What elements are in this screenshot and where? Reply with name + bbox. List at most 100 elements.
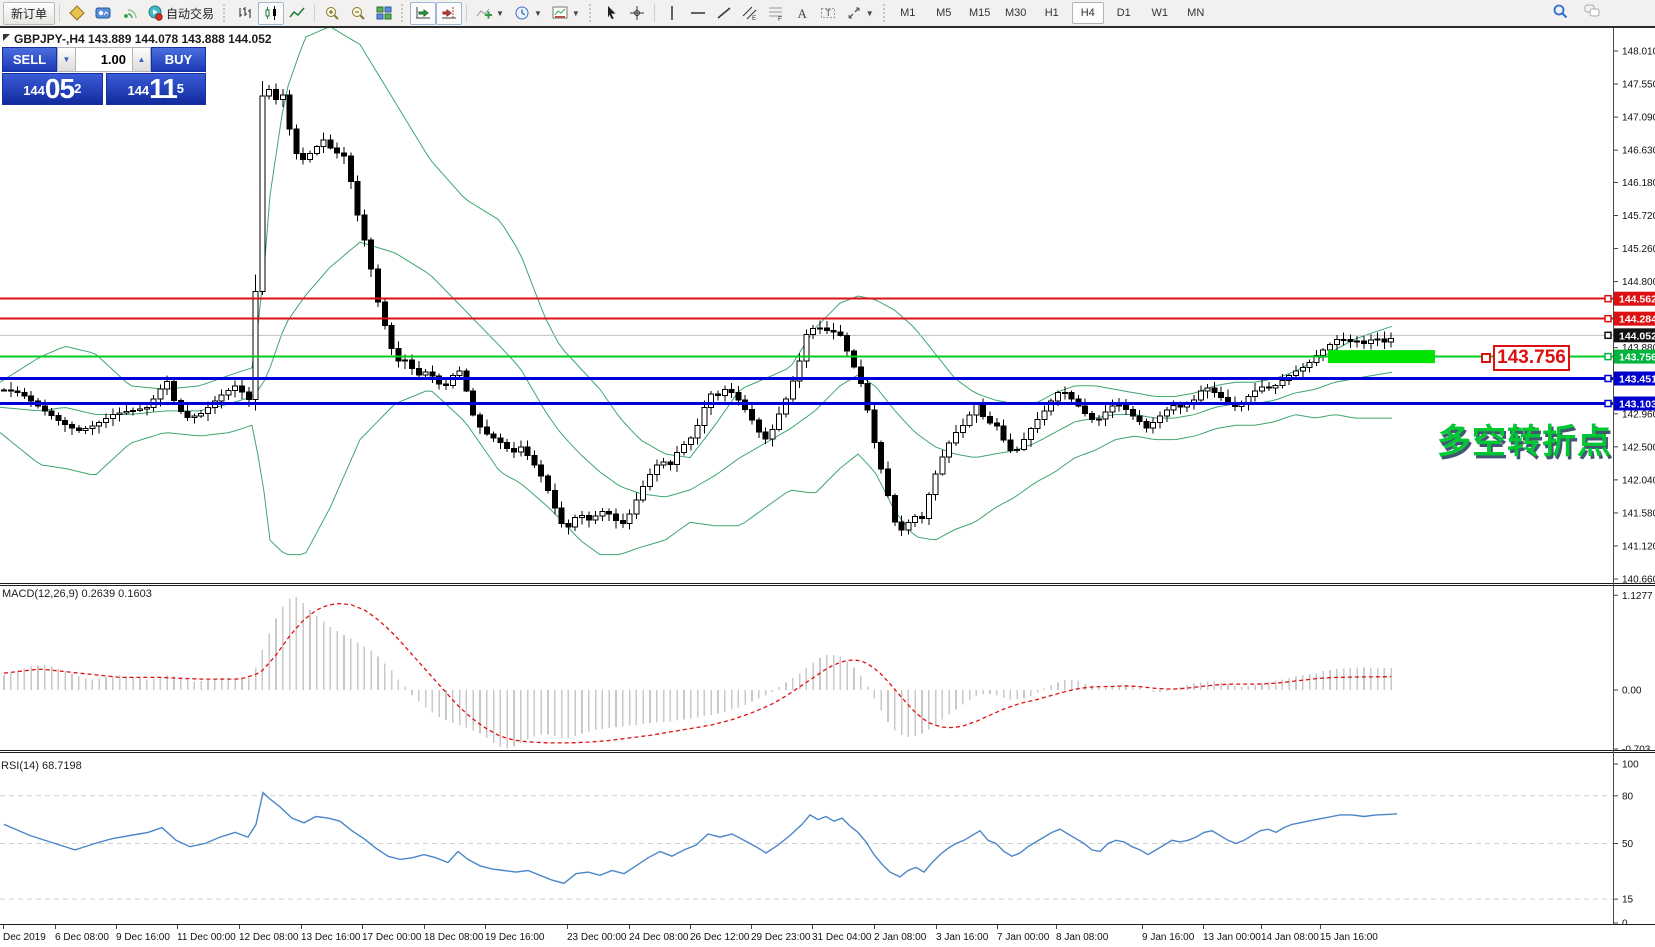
fibonacci-button[interactable]: F: [763, 2, 789, 25]
timeframe-D1[interactable]: D1: [1108, 2, 1140, 24]
volume-input[interactable]: [76, 48, 132, 71]
rsi-line[interactable]: [4, 793, 1397, 884]
time-tick: [239, 925, 240, 929]
vertical-line-button[interactable]: [659, 2, 685, 25]
chart-line-button[interactable]: [284, 2, 310, 25]
time-label: 11 Dec 00:00: [177, 932, 236, 943]
macd-signal-line[interactable]: [4, 604, 1391, 743]
text-tool-button[interactable]: A: [789, 2, 815, 25]
timeframe-bar: M1M5M15M30H1H4D1W1MN: [892, 2, 1212, 24]
timeframe-MN[interactable]: MN: [1180, 2, 1212, 24]
time-tick: [567, 925, 568, 929]
timeframe-M15[interactable]: M15: [964, 2, 996, 24]
new-chart-icon: [69, 5, 85, 21]
time-label: 9 Dec 16:00: [116, 932, 170, 943]
signals-button[interactable]: [116, 2, 142, 25]
toolbar-grip: [883, 4, 888, 22]
macd-pane[interactable]: 1.12770.00-0.703: [0, 586, 1655, 750]
arrows-button[interactable]: ▼: [841, 2, 879, 25]
chart-title: GBPJPY-,H4 143.889 144.078 143.888 144.0…: [14, 32, 272, 46]
autotrading-button[interactable]: 自动交易: [142, 2, 219, 25]
time-tick: [485, 925, 486, 929]
buy-price[interactable]: 144115: [106, 73, 207, 105]
search-icon[interactable]: [1552, 3, 1568, 19]
price-tick: 141.120: [1622, 541, 1655, 552]
time-tick: [1320, 925, 1321, 929]
horizontal-line-icon: [690, 5, 706, 21]
timeframe-H1[interactable]: H1: [1036, 2, 1068, 24]
trendline-button[interactable]: [711, 2, 737, 25]
chat-icon[interactable]: [1584, 3, 1600, 19]
time-tick: [812, 925, 813, 929]
price-label-marker: [1605, 401, 1611, 407]
time-tick: [874, 925, 875, 929]
timeframe-M30[interactable]: M30: [1000, 2, 1032, 24]
auto-scroll-button[interactable]: [410, 2, 436, 25]
toolbar-grip: [401, 4, 406, 22]
price-box-annotation[interactable]: 143.756: [1493, 345, 1570, 371]
tile-windows-button[interactable]: [371, 2, 397, 25]
time-label: 15 Jan 16:00: [1320, 932, 1378, 943]
time-tick: [116, 925, 117, 929]
main-chart-pane[interactable]: 148.010147.550147.090146.630146.180145.7…: [0, 28, 1655, 583]
green-zone[interactable]: [1328, 350, 1435, 363]
time-tick: [55, 925, 56, 929]
new-chart-button[interactable]: [64, 2, 90, 25]
rsi-pane[interactable]: 1008050150: [0, 753, 1655, 924]
price-tick: 145.260: [1622, 244, 1655, 255]
cursor-button[interactable]: [598, 2, 624, 25]
horizontal-line-button[interactable]: [685, 2, 711, 25]
time-label: 13 Dec 16:00: [301, 932, 361, 943]
indicators-button[interactable]: ▼: [471, 2, 509, 25]
sell-button[interactable]: SELL: [2, 47, 57, 72]
timeframe-M5[interactable]: M5: [928, 2, 960, 24]
price-label-marker: [1605, 296, 1611, 302]
time-label: 31 Dec 04:00: [812, 932, 872, 943]
timeframe-H4[interactable]: H4: [1072, 2, 1104, 24]
chart-bars-button[interactable]: [232, 2, 258, 25]
crosshair-button[interactable]: [624, 2, 650, 25]
chart-context-arrow-icon[interactable]: [3, 34, 10, 41]
chart-shift-button[interactable]: [436, 2, 462, 25]
bollinger-middle-band[interactable]: [0, 242, 1392, 497]
pane-separator[interactable]: [0, 583, 1655, 584]
sell-price[interactable]: 144052: [2, 73, 103, 105]
bollinger-lower-band[interactable]: [0, 391, 1392, 555]
timeframe-W1[interactable]: W1: [1144, 2, 1176, 24]
templates-icon: [552, 5, 568, 21]
crosshair-icon: [629, 5, 645, 21]
volume-decrease-button[interactable]: ▼: [57, 47, 76, 72]
rsi-label: RSI(14) 68.7198: [1, 760, 82, 772]
autotrading-icon: [147, 5, 163, 21]
equidistant-channel-button[interactable]: E: [737, 2, 763, 25]
zoom-out-button[interactable]: [345, 2, 371, 25]
buy-price-figure: 144: [127, 79, 149, 103]
svg-text:E: E: [752, 15, 757, 21]
time-tick: [177, 925, 178, 929]
profiles-button[interactable]: [90, 2, 116, 25]
clock-icon: [514, 5, 530, 21]
time-label: Dec 2019: [3, 932, 46, 943]
buy-button[interactable]: BUY: [151, 47, 206, 72]
time-tick: [301, 925, 302, 929]
zoom-in-button[interactable]: [319, 2, 345, 25]
time-tick: [362, 925, 363, 929]
time-axis[interactable]: Dec 20196 Dec 08:009 Dec 16:0011 Dec 00:…: [0, 925, 1655, 947]
volume-increase-button[interactable]: ▲: [132, 47, 151, 72]
turning-point-annotation[interactable]: 多空转折点: [1437, 414, 1612, 463]
templates-button[interactable]: ▼: [547, 2, 585, 25]
rsi-tick: 100: [1622, 760, 1639, 771]
bollinger-upper-band[interactable]: [0, 28, 1392, 458]
time-label: 29 Dec 23:00: [751, 932, 811, 943]
pane-separator[interactable]: [0, 750, 1655, 751]
periods-button[interactable]: ▼: [509, 2, 547, 25]
time-tick: [424, 925, 425, 929]
time-label: 2 Jan 08:00: [874, 932, 926, 943]
price-label: 144.052: [1619, 330, 1655, 342]
new-order-button[interactable]: 新订单: [3, 2, 55, 25]
timeframe-M1[interactable]: M1: [892, 2, 924, 24]
time-tick: [1261, 925, 1262, 929]
time-tick: [1142, 925, 1143, 929]
text-label-button[interactable]: T: [815, 2, 841, 25]
chart-candles-button[interactable]: [258, 2, 284, 25]
